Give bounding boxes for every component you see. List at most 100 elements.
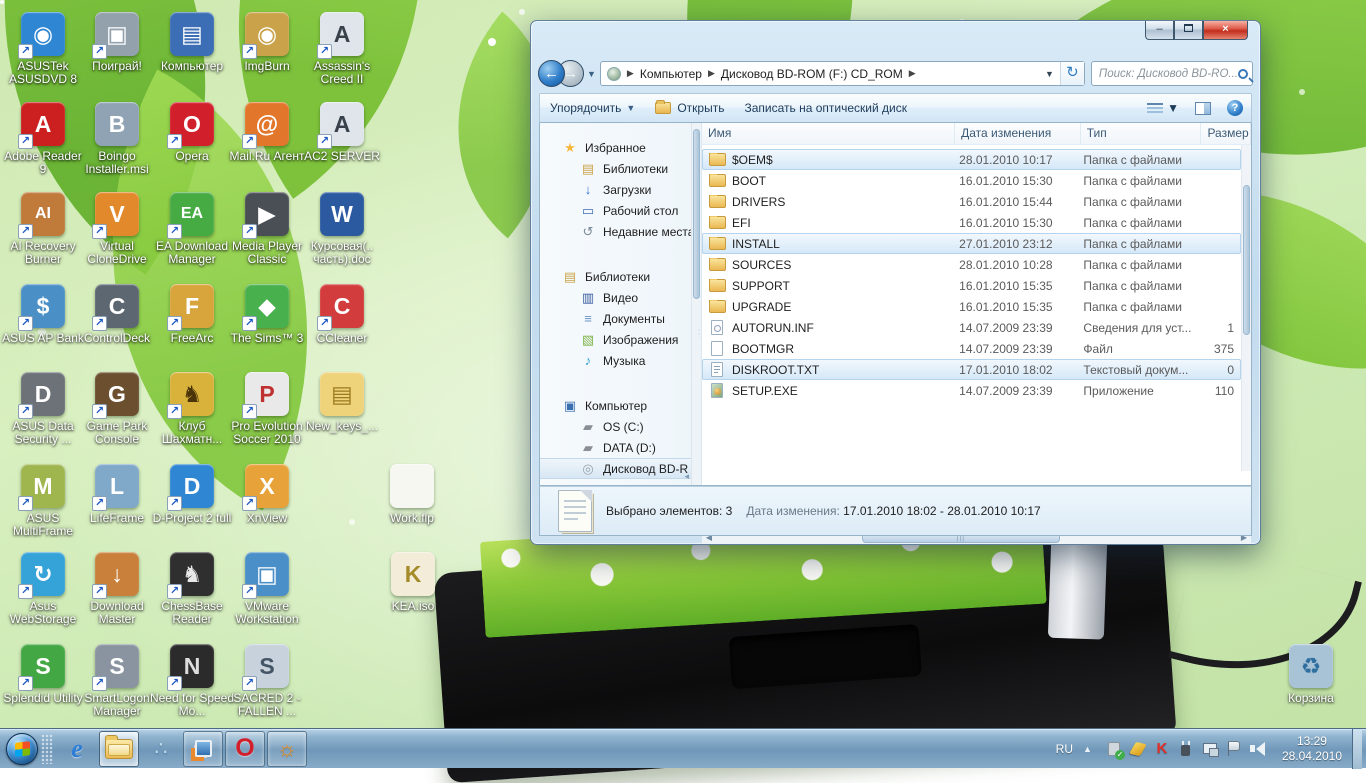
sidebar-item-drive-d[interactable]: ▰ DATA (D:) <box>540 437 701 458</box>
desktop-icon-mailru-agent[interactable]: @ ↗ Mail.Ru Агент <box>224 102 310 163</box>
desktop-icon-xnview[interactable]: X ↗ XnView <box>224 464 310 525</box>
sidebar-group-libraries[interactable]: ▤ Библиотеки <box>540 266 701 287</box>
file-row[interactable]: DISKROOT.TXT 17.01.2010 18:02 Текстовый … <box>702 359 1241 380</box>
sidebar-item-bd-rom-drive[interactable]: ◎ Дисковод BD-R <box>540 458 701 479</box>
sidebar-item-drive-c[interactable]: ▰ OS (C:) <box>540 416 701 437</box>
column-header-date[interactable]: Дата изменения <box>955 123 1081 144</box>
burn-button[interactable]: Записать на оптический диск <box>734 94 917 122</box>
taskbar-footprints-app[interactable]: ∴ <box>141 731 181 767</box>
desktop-icon-sacred-2-fallen[interactable]: S ↗ SACRED 2 - FALLEN ... <box>224 644 310 718</box>
maximize-button[interactable] <box>1174 21 1203 40</box>
file-row[interactable]: BOOTMGR 14.07.2009 23:39 Файл 375 <box>702 338 1241 359</box>
desktop-icon-freearc[interactable]: F ↗ FreeArc <box>149 284 235 345</box>
desktop-icon-boingo-installer[interactable]: B ↗ Boingo Installer.msi <box>74 102 160 176</box>
taskbar-internet-explorer[interactable]: e <box>57 731 97 767</box>
open-button[interactable]: Открыть <box>645 94 734 122</box>
file-row[interactable]: AUTORUN.INF 14.07.2009 23:39 Сведения дл… <box>702 317 1241 338</box>
refresh-button[interactable]: ↻ <box>1060 62 1084 85</box>
desktop-icon-new-keys[interactable]: ▤ ↗ New_keys_... <box>299 372 385 433</box>
file-row[interactable]: UPGRADE 16.01.2010 15:35 Папка с файлами <box>702 296 1241 317</box>
file-list-scrollbar-thumb[interactable] <box>1243 185 1250 335</box>
sidebar-item-pictures[interactable]: ▧ Изображения <box>540 329 701 350</box>
sidebar-group-computer[interactable]: ▣ Компьютер <box>540 395 701 416</box>
clock[interactable]: 13:29 28.04.2010 <box>1282 734 1342 764</box>
desktop-icon-chessbase-reader[interactable]: ♞ ↗ ChessBase Reader <box>149 552 235 626</box>
desktop-icon-the-sims-3[interactable]: ◆ ↗ The Sims™ 3 <box>224 284 310 345</box>
sidebar-item-video[interactable]: ▥ Видео <box>540 287 701 308</box>
organize-button[interactable]: Упорядочить ▼ <box>540 94 645 122</box>
taskbar-taskbar-grip[interactable] <box>38 734 56 764</box>
sidebar-item-libraries-link[interactable]: ▤ Библиотеки <box>540 158 701 179</box>
sidebar-item-downloads[interactable]: ↓ Загрузки <box>540 179 701 200</box>
desktop-icon-download-master[interactable]: ↓ ↗ Download Master <box>74 552 160 626</box>
tray-usb-icon[interactable] <box>1105 740 1123 758</box>
sidebar-group-favorites[interactable]: ★ Избранное <box>540 137 701 158</box>
back-button[interactable]: ← <box>538 60 565 87</box>
search-box[interactable]: Поиск: Дисковод BD-RO... <box>1091 61 1253 86</box>
desktop-icon-media-player-classic[interactable]: ▶ ↗ Media Player Classic <box>224 192 310 266</box>
taskbar-windows-explorer[interactable] <box>99 731 139 767</box>
file-row[interactable]: BOOT 16.01.2010 15:30 Папка с файлами <box>702 170 1241 191</box>
desktop-icon-opera[interactable]: O ↗ Opera <box>149 102 235 163</box>
desktop-icon-ea-download-manager[interactable]: EA ↗ EA Download Manager <box>149 192 235 266</box>
desktop-icon-assassins-creed-2[interactable]: A ↗ Assassin's Creed II <box>299 12 385 86</box>
desktop-icon-virtual-clonedrive[interactable]: V ↗ Virtual CloneDrive <box>74 192 160 266</box>
start-orb[interactable] <box>6 733 38 765</box>
sidebar-scroll-arrow[interactable]: ◂ <box>684 471 689 482</box>
history-dropdown-icon[interactable]: ▼ <box>587 69 596 79</box>
taskbar-vmware-workstation[interactable] <box>183 731 223 767</box>
help-button[interactable]: ? <box>1219 94 1251 122</box>
search-icon[interactable] <box>1238 69 1248 79</box>
language-indicator[interactable]: RU <box>1056 742 1073 756</box>
column-header-size[interactable]: Размер <box>1201 123 1251 144</box>
sidebar-item-recent-places[interactable]: ↺ Недавние места <box>540 221 701 242</box>
file-row[interactable]: SOURCES 28.01.2010 10:28 Папка с файлами <box>702 254 1241 275</box>
preview-pane-button[interactable] <box>1187 94 1219 122</box>
tray-spark-icon[interactable] <box>1129 740 1147 758</box>
taskbar-xnview-app[interactable]: ☼ <box>267 731 307 767</box>
breadcrumb-computer[interactable]: Компьютер <box>640 67 702 81</box>
tray-plug-icon[interactable] <box>1177 740 1195 758</box>
desktop-icon-smartlogon-manager[interactable]: S ↗ SmartLogon Manager <box>74 644 160 718</box>
file-row[interactable]: SUPPORT 16.01.2010 15:35 Папка с файлами <box>702 275 1241 296</box>
taskbar-start-button[interactable] <box>0 733 38 765</box>
column-header-type[interactable]: Тип <box>1081 123 1202 144</box>
file-row[interactable]: $OEM$ 28.01.2010 10:17 Папка с файлами <box>702 149 1241 170</box>
sidebar-scrollbar[interactable]: ≡ <box>691 123 701 485</box>
tray-kasp-icon[interactable]: K <box>1153 740 1171 758</box>
desktop-icon-kea-iso[interactable]: K ↗ KEA.iso <box>370 552 456 613</box>
sidebar-item-music[interactable]: ♪ Музыка <box>540 350 701 371</box>
desktop-icon-pes-2010[interactable]: P ↗ Pro Evolution Soccer 2010 <box>224 372 310 446</box>
desktop-icon-game-park-console[interactable]: G ↗ Game Park Console <box>74 372 160 446</box>
desktop-icon-d-project-2-full[interactable]: D ↗ D-Project 2 full <box>149 464 235 525</box>
desktop-icon-ac2-server[interactable]: A ↗ AC2 SERVER <box>299 102 385 163</box>
sidebar-item-documents[interactable]: ≡ Документы <box>540 308 701 329</box>
desktop-icon-ccleaner[interactable]: C ↗ CCleaner <box>299 284 385 345</box>
desktop-icon-lifeframe[interactable]: L ↗ LifeFrame <box>74 464 160 525</box>
desktop-icon-computer[interactable]: ▤ ↗ Компьютер <box>149 12 235 73</box>
show-desktop-button[interactable] <box>1352 729 1362 769</box>
desktop-icon-kursovaya-doc[interactable]: W ↗ Курсовая(.. часть).doc <box>299 192 385 266</box>
file-list-scrollbar[interactable] <box>1241 145 1251 471</box>
views-button[interactable]: ▼ <box>1139 94 1187 122</box>
desktop-icon-work-flp[interactable]: ↗ Work.flp <box>369 464 455 525</box>
sidebar-item-removable-disk[interactable]: ▱ Съемный диск ▾ <box>540 479 701 485</box>
desktop-icon-imgburn[interactable]: ◉ ↗ ImgBurn <box>224 12 310 73</box>
file-row[interactable]: DRIVERS 16.01.2010 15:44 Папка с файлами <box>702 191 1241 212</box>
desktop-icon-controldeck[interactable]: C ↗ ControlDeck <box>74 284 160 345</box>
tray-flag-icon[interactable] <box>1225 740 1243 758</box>
sidebar-scrollbar-thumb[interactable] <box>693 129 700 299</box>
sidebar-item-desktop-link[interactable]: ▭ Рабочий стол <box>540 200 701 221</box>
taskbar-opera-browser[interactable]: O <box>225 731 265 767</box>
file-row[interactable]: SETUP.EXE 14.07.2009 23:39 Приложение 11… <box>702 380 1241 401</box>
tray-net-icon[interactable] <box>1201 740 1219 758</box>
breadcrumb-bdrom[interactable]: Дисковод BD-ROM (F:) CD_ROM <box>721 67 903 81</box>
desktop-icon-vmware-workstation[interactable]: ▣ ↗ VMware Workstation <box>224 552 310 626</box>
desktop-icon-poigraj[interactable]: ▣ ↗ Поиграй! <box>74 12 160 73</box>
show-hidden-icons-button[interactable]: ▲ <box>1083 744 1092 754</box>
desktop-icon-need-for-speed[interactable]: N ↗ Need for Speed Mo... <box>149 644 235 718</box>
close-button[interactable]: × <box>1203 21 1248 40</box>
file-row[interactable]: EFI 16.01.2010 15:30 Папка с файлами <box>702 212 1241 233</box>
desktop-icon-klub-shahmatny[interactable]: ♞ ↗ Клуб Шахматн... <box>149 372 235 446</box>
column-header-name[interactable]: Имя <box>702 123 955 144</box>
